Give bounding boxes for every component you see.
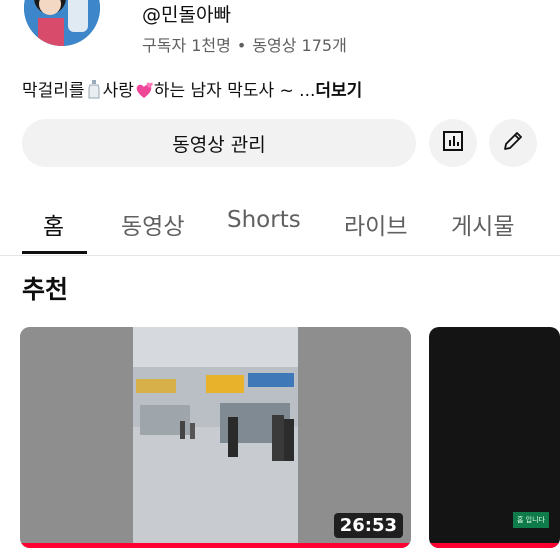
tab-videos[interactable]: 동영상 xyxy=(121,207,184,241)
channel-description[interactable]: 막걸리를 사랑 하는 남자 막도사 ~ ...더보기 xyxy=(22,76,362,104)
bottle-emoji-icon xyxy=(85,79,103,104)
video-card[interactable]: 26:53 xyxy=(20,327,411,548)
tab-live[interactable]: 라이브 xyxy=(344,207,407,241)
thumbnail-caption: 홈 입니다 xyxy=(513,512,549,528)
channel-stats: 구독자 1천명 • 동영상 175개 xyxy=(142,32,347,56)
video-card[interactable]: 홈 입니다 실시 xyxy=(429,327,560,548)
channel-avatar[interactable] xyxy=(24,0,100,46)
active-tab-indicator xyxy=(22,251,87,254)
analytics-button[interactable] xyxy=(429,119,477,167)
tab-posts[interactable]: 게시물 xyxy=(451,207,514,241)
bar-chart-icon xyxy=(441,129,465,157)
channel-handle: @민돌아빠 xyxy=(142,4,231,26)
description-text-2: 사랑 xyxy=(102,81,134,101)
watch-progress-bar xyxy=(429,543,560,548)
pencil-icon xyxy=(501,129,525,157)
two-hearts-emoji-icon xyxy=(134,81,154,104)
edit-channel-button[interactable] xyxy=(489,119,537,167)
stats-separator: • xyxy=(236,36,247,55)
tab-home[interactable]: 홈 xyxy=(43,207,64,241)
subscriber-count: 구독자 1천명 xyxy=(142,36,231,55)
description-text-3: 하는 남자 막도사 ~ ... xyxy=(153,81,316,101)
video-count: 동영상 175개 xyxy=(252,36,347,55)
tab-shorts[interactable]: Shorts xyxy=(227,207,301,233)
description-more-link[interactable]: 더보기 xyxy=(315,81,362,101)
manage-videos-button[interactable]: 동영상 관리 xyxy=(22,119,416,167)
video-duration: 26:53 xyxy=(333,513,403,538)
section-title-recommended: 추천 xyxy=(22,275,69,304)
channel-tabs: 홈 동영상 Shorts 라이브 게시물 xyxy=(0,193,560,256)
description-text-1: 막걸리를 xyxy=(22,81,85,101)
watch-progress-bar xyxy=(20,543,411,548)
